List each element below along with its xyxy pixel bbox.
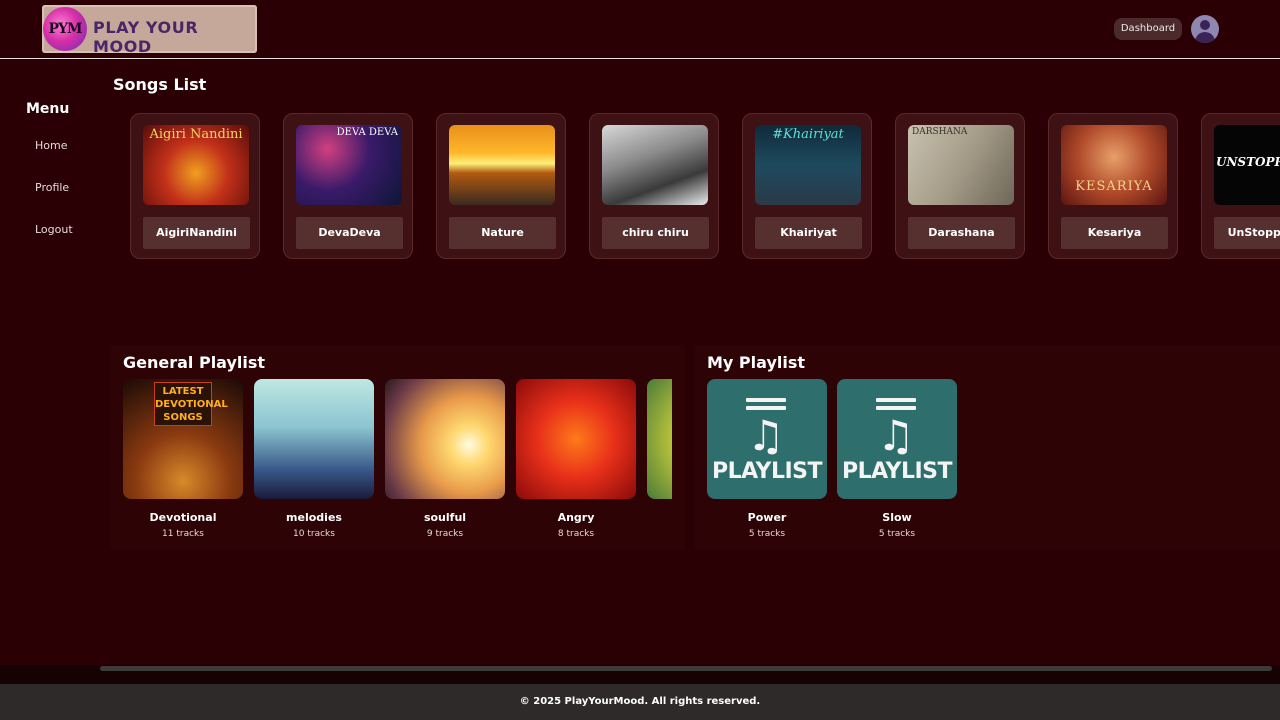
avatar[interactable] xyxy=(1191,15,1219,43)
playlist-track-count: 5 tracks xyxy=(878,529,916,539)
playlist-cover xyxy=(516,379,636,499)
playlist-name: melodies xyxy=(286,511,342,524)
song-card-nature[interactable]: Nature xyxy=(436,113,566,259)
song-title: DevaDeva xyxy=(296,217,403,249)
playlist-card-devotional[interactable]: LATEST DEVOTIONAL SONGS Devotional 11 tr… xyxy=(123,379,243,549)
song-cover: Aigiri Nandini xyxy=(143,125,249,205)
playlist-cover-text: PLAYLIST xyxy=(841,459,953,484)
playlist-track-count: 11 tracks xyxy=(162,529,204,539)
menu-title: Menu xyxy=(26,101,70,117)
playlist-cover: LATEST DEVOTIONAL SONGS xyxy=(123,379,243,499)
song-card-darashana[interactable]: DARSHANA Darashana xyxy=(895,113,1025,259)
song-cover-text: KESARIYA xyxy=(1075,179,1153,194)
playlist-name: Devotional xyxy=(149,511,217,524)
playlist-cover xyxy=(254,379,374,499)
music-note-icon: ♫ xyxy=(747,411,785,460)
my-playlist-title: My Playlist xyxy=(707,353,806,372)
song-title: UnStoppable xyxy=(1214,217,1280,249)
song-cover: #Khairiyat xyxy=(755,125,861,205)
song-card-khairiyat[interactable]: #Khairiyat Khairiyat xyxy=(742,113,872,259)
playlist-track-count: 10 tracks xyxy=(293,529,335,539)
song-cover-text: Aigiri Nandini xyxy=(149,127,243,142)
song-cover-text: DARSHANA xyxy=(912,127,968,137)
playlist-card-slow[interactable]: ♫ PLAYLIST Slow 5 tracks xyxy=(837,379,957,549)
song-card-devadeva[interactable]: DEVA DEVA DevaDeva xyxy=(283,113,413,259)
song-cover: UNSTOPPABLE xyxy=(1214,125,1280,205)
song-cover: DEVA DEVA xyxy=(296,125,402,205)
playlist-cover xyxy=(647,379,672,499)
playlist-cover: ♫ PLAYLIST xyxy=(707,379,827,499)
playlist-name: Slow xyxy=(882,511,912,524)
sidebar-item-home[interactable]: Home xyxy=(35,139,67,152)
playlist-name: Angry xyxy=(557,511,595,524)
logo-monogram: PYM xyxy=(43,7,87,51)
song-title: Nature xyxy=(449,217,556,249)
playlist-cover-text: PLAYLIST xyxy=(711,459,823,484)
avatar-head xyxy=(1200,20,1210,30)
playlist-card-melodies[interactable]: melodies 10 tracks xyxy=(254,379,374,549)
playlist-track-count: 5 tracks xyxy=(748,529,786,539)
playlist-cover: ♫ PLAYLIST xyxy=(837,379,957,499)
playlist-card-angry[interactable]: Angry 8 tracks xyxy=(516,379,636,549)
song-cover: KESARIYA xyxy=(1061,125,1167,205)
song-card-chiru-chiru[interactable]: chiru chiru xyxy=(589,113,719,259)
song-cover-text: #Khairiyat xyxy=(772,127,844,142)
avatar-shoulders xyxy=(1195,32,1215,43)
playlist-track-count: 9 tracks xyxy=(426,529,464,539)
song-cover-text: UNSTOPPABLE xyxy=(1216,155,1280,169)
song-title: AigiriNandini xyxy=(143,217,250,249)
playlist-card-partial[interactable] xyxy=(647,379,672,549)
song-title: chiru chiru xyxy=(602,217,709,249)
playlist-track-count: 8 tracks xyxy=(557,529,595,539)
playlist-name: soulful xyxy=(423,511,467,524)
playlist-cover-text: LATEST DEVOTIONAL SONGS xyxy=(154,382,228,426)
dashboard-button[interactable]: Dashboard xyxy=(1114,18,1182,40)
top-header: PYM PLAY YOUR MOOD Dashboard xyxy=(0,0,1280,59)
sidebar-item-profile[interactable]: Profile xyxy=(35,181,69,194)
music-note-icon: ♫ xyxy=(877,411,915,460)
song-cover: DARSHANA xyxy=(908,125,1014,205)
footer-copyright: © 2025 PlayYourMood. All rights reserved… xyxy=(0,684,1280,720)
songs-carousel[interactable]: Aigiri Nandini AigiriNandini DEVA DEVA D… xyxy=(128,113,1280,261)
song-cover-text: DEVA DEVA xyxy=(336,127,398,138)
sidebar-item-logout[interactable]: Logout xyxy=(35,223,73,236)
song-card-aigirinandini[interactable]: Aigiri Nandini AigiriNandini xyxy=(130,113,260,259)
playlist-card-soulful[interactable]: soulful 9 tracks xyxy=(385,379,505,549)
playlist-name: Power xyxy=(747,511,787,524)
song-title: Kesariya xyxy=(1061,217,1168,249)
song-card-kesariya[interactable]: KESARIYA Kesariya xyxy=(1048,113,1178,259)
song-card-unstoppable[interactable]: UNSTOPPABLE UnStoppable xyxy=(1201,113,1280,259)
logo-text: PLAY YOUR MOOD xyxy=(93,18,199,56)
playlist-cover xyxy=(385,379,505,499)
logo[interactable]: PYM PLAY YOUR MOOD xyxy=(42,5,257,56)
general-playlist-carousel[interactable]: LATEST DEVOTIONAL SONGS Devotional 11 tr… xyxy=(123,379,672,549)
general-playlist-title: General Playlist xyxy=(123,353,266,372)
song-cover xyxy=(449,125,555,205)
song-title: Darashana xyxy=(908,217,1015,249)
horizontal-scrollbar-thumb[interactable] xyxy=(100,666,1272,671)
songs-list-title: Songs List xyxy=(113,75,207,94)
song-title: Khairiyat xyxy=(755,217,862,249)
playlist-card-power[interactable]: ♫ PLAYLIST Power 5 tracks xyxy=(707,379,827,549)
song-cover xyxy=(602,125,708,205)
